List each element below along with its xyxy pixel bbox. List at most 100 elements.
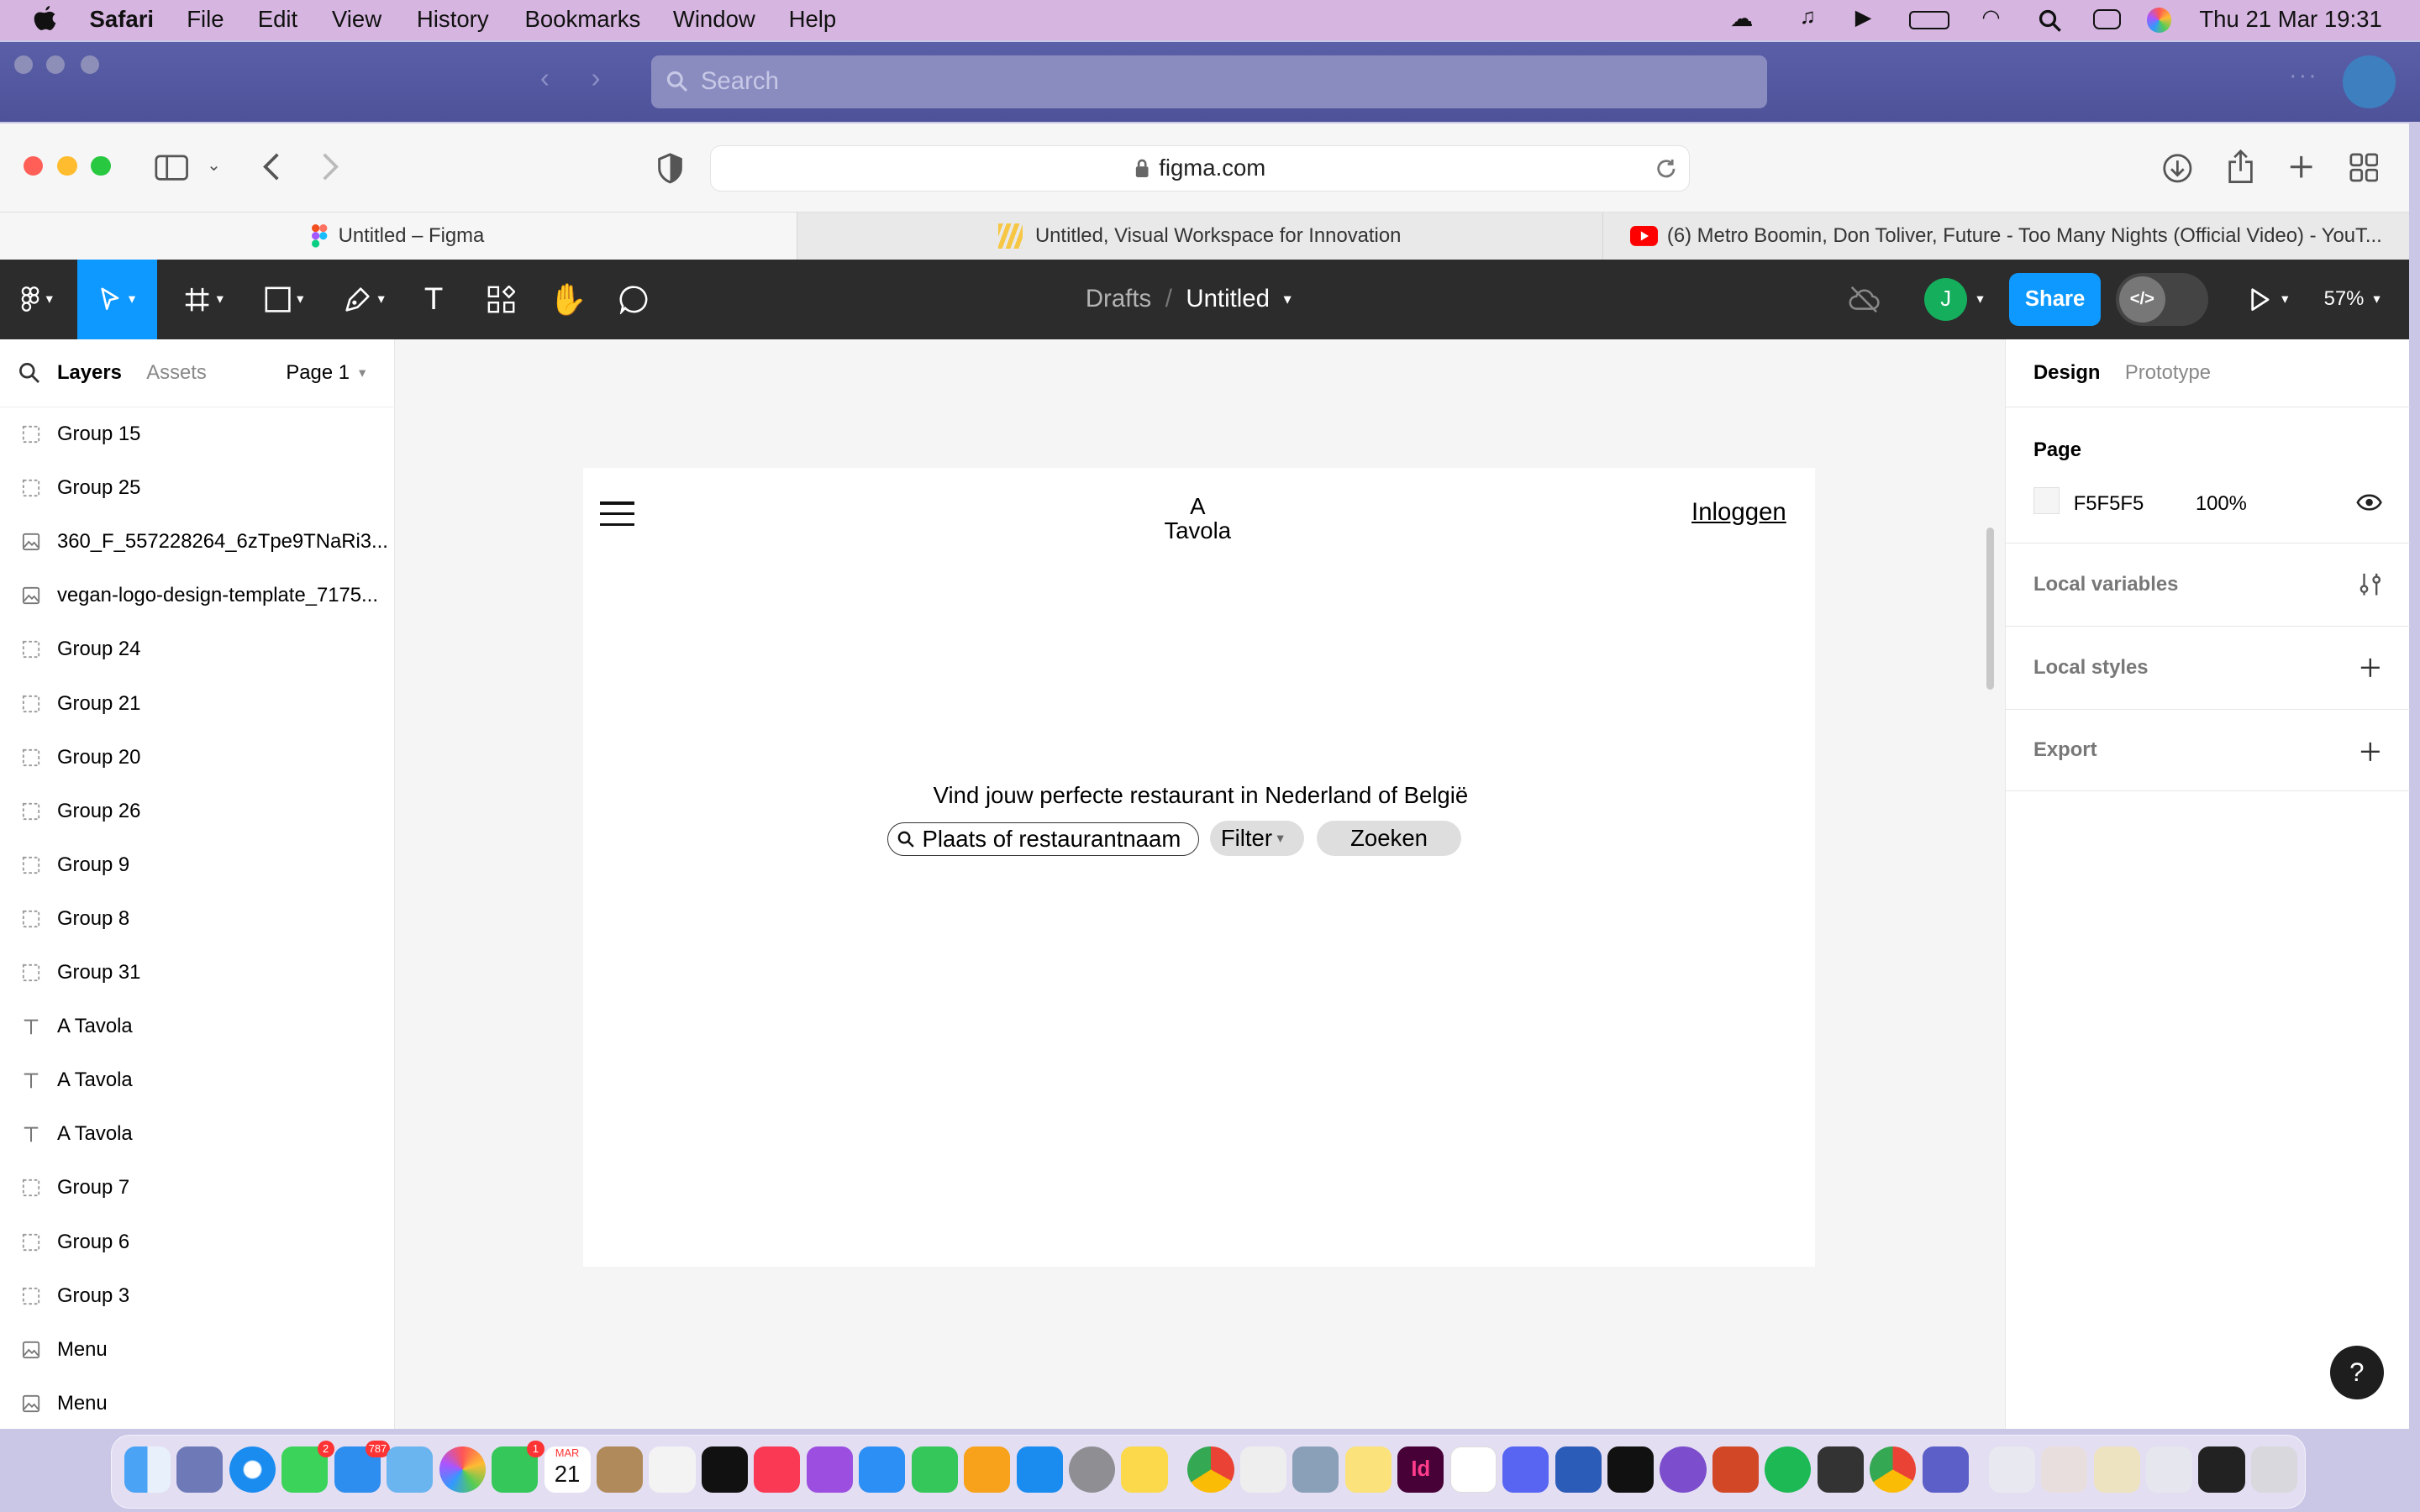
multiplayer-button[interactable]: J ▾ <box>1914 260 1995 340</box>
move-tool-button[interactable]: ▾ <box>76 259 158 340</box>
layer-row[interactable]: Group 21 <box>0 676 393 730</box>
teams-icon[interactable] <box>1922 1446 1969 1494</box>
indesign-icon[interactable]: Id <box>1397 1446 1444 1494</box>
layer-row[interactable]: vegan-logo-design-template_7175... <box>0 569 393 622</box>
hand-tool-button[interactable]: ✋ <box>544 260 593 340</box>
variables-icon[interactable] <box>2360 572 2381 596</box>
page-color-swatch[interactable] <box>2033 487 2060 514</box>
file-breadcrumb[interactable]: Drafts / Untitled ▾ <box>1065 260 1312 340</box>
share-icon[interactable] <box>2227 150 2254 184</box>
layer-row[interactable]: Group 24 <box>0 622 393 676</box>
spotify-icon[interactable] <box>1765 1446 1812 1494</box>
now-playing-icon[interactable]: ▶ <box>1855 5 1872 30</box>
layer-row[interactable]: A Tavola <box>0 1000 393 1053</box>
facetime-icon[interactable]: 1 <box>492 1440 544 1494</box>
creative-cloud-icon[interactable]: ☁ <box>1730 5 1754 32</box>
bg-window-max[interactable] <box>80 55 99 75</box>
bg-window-close[interactable] <box>13 55 33 75</box>
close-button[interactable] <box>23 155 44 176</box>
layer-row[interactable]: Group 9 <box>0 838 393 892</box>
share-button[interactable]: Share <box>2009 273 2101 326</box>
search-button[interactable]: Zoeken <box>1316 821 1462 857</box>
airpods-icon[interactable]: ♫ <box>1800 5 1816 29</box>
notes-icon[interactable] <box>1121 1446 1168 1494</box>
wifi-icon[interactable]: ◠ <box>1981 5 2000 30</box>
bg-more-icon[interactable]: ··· <box>2289 61 2318 90</box>
menu-help[interactable]: Help <box>789 6 837 33</box>
contacts-icon[interactable] <box>596 1446 644 1494</box>
control-center-icon[interactable] <box>2092 9 2121 29</box>
layer-row[interactable]: Group 3 <box>0 1269 393 1323</box>
back-icon[interactable] <box>262 153 281 181</box>
zoom-button[interactable] <box>91 155 112 176</box>
bg-forward-icon[interactable]: › <box>591 63 600 95</box>
export-section[interactable]: Export <box>2005 710 2411 792</box>
canvas[interactable]: A Tavola Inloggen Vind jouw perfecte res… <box>395 339 2005 1429</box>
powerpoint-icon[interactable] <box>1712 1446 1760 1494</box>
finder-icon[interactable] <box>124 1446 171 1494</box>
safari-icon[interactable] <box>229 1446 276 1494</box>
stickies-icon[interactable] <box>1344 1446 1392 1494</box>
login-link[interactable]: Inloggen <box>1691 498 1786 527</box>
privacy-shield-icon[interactable] <box>656 153 684 184</box>
layer-row[interactable]: Group 6 <box>0 1215 393 1268</box>
spotlight-icon[interactable] <box>2039 9 2062 33</box>
minimize-button[interactable] <box>56 155 77 176</box>
reminders-icon[interactable] <box>649 1446 696 1494</box>
menu-clock[interactable]: Thu 21 Mar 19:31 <box>2199 6 2381 33</box>
new-tab-icon[interactable] <box>2289 155 2313 179</box>
menu-view[interactable]: View <box>332 6 381 33</box>
layer-row[interactable]: Group 26 <box>0 785 393 838</box>
address-bar[interactable]: figma.com <box>709 144 1691 192</box>
sidebar-icon[interactable] <box>155 155 188 181</box>
tab-overview-icon[interactable] <box>2349 153 2379 182</box>
bg-window-min[interactable] <box>46 55 66 75</box>
screenshot-stack-icon[interactable] <box>2198 1446 2245 1494</box>
tab-assets[interactable]: Assets <box>146 361 207 385</box>
text-tool-button[interactable]: T <box>411 260 457 340</box>
vscode-icon[interactable] <box>1449 1446 1497 1494</box>
tab-layers[interactable]: Layers <box>57 361 122 385</box>
battery-icon[interactable] <box>1909 10 1949 29</box>
messages-icon[interactable]: 2 <box>281 1440 334 1494</box>
menu-history[interactable]: History <box>417 6 489 33</box>
pen-tool-button[interactable]: ▾ <box>330 260 398 340</box>
app-store-icon[interactable] <box>1016 1446 1063 1494</box>
menu-edit[interactable]: Edit <box>258 6 297 33</box>
local-variables-section[interactable]: Local variables <box>2005 543 2411 627</box>
dev-mode-toggle[interactable]: </> <box>2116 273 2209 326</box>
layer-row[interactable]: Group 7 <box>0 1161 393 1215</box>
resources-button[interactable] <box>477 260 527 340</box>
tab-youtube[interactable]: (6) Metro Boomin, Don Toliver, Future - … <box>1602 213 2410 260</box>
stack-icon[interactable] <box>2041 1446 2088 1494</box>
downloads-icon[interactable] <box>2162 153 2193 184</box>
menu-app-name[interactable]: Safari <box>90 6 155 33</box>
logo[interactable]: A Tavola <box>1123 494 1271 543</box>
chrome-profile-icon[interactable] <box>1870 1446 1917 1494</box>
preview-icon[interactable] <box>1292 1446 1339 1494</box>
reload-icon[interactable] <box>1655 158 1677 180</box>
page-color-opacity[interactable]: 100% <box>2196 492 2247 516</box>
comment-tool-button[interactable] <box>610 260 660 340</box>
page-selector[interactable]: Page 1 <box>286 361 350 385</box>
bg-avatar[interactable] <box>2343 55 2396 108</box>
tab-prototype[interactable]: Prototype <box>2125 361 2211 385</box>
menu-window[interactable]: Window <box>673 6 755 33</box>
chrome-icon[interactable] <box>1187 1446 1234 1494</box>
canvas-scrollbar[interactable] <box>1986 528 1995 690</box>
numbers-icon[interactable] <box>911 1446 958 1494</box>
podcasts-icon[interactable] <box>806 1446 853 1494</box>
layer-row[interactable]: Group 20 <box>0 731 393 785</box>
web-frame[interactable]: A Tavola Inloggen Vind jouw perfecte res… <box>583 467 1815 1267</box>
restaurant-search-input[interactable]: Plaats of restaurantnaam <box>887 822 1200 857</box>
add-export-icon[interactable] <box>2360 741 2381 763</box>
layer-row[interactable]: Group 31 <box>0 946 393 1000</box>
zoom-dropdown[interactable]: 57% ▾ <box>2312 260 2392 340</box>
system-settings-icon[interactable] <box>1069 1446 1116 1494</box>
menu-file[interactable]: File <box>187 6 224 33</box>
siri-icon[interactable] <box>2146 8 2172 33</box>
sidebar-chevron-icon[interactable]: ⌄ <box>207 155 221 176</box>
layer-row[interactable]: Group 15 <box>0 407 393 461</box>
layer-row[interactable]: Menu <box>0 1323 393 1377</box>
tab-miro[interactable]: Untitled, Visual Workspace for Innovatio… <box>796 213 1602 260</box>
